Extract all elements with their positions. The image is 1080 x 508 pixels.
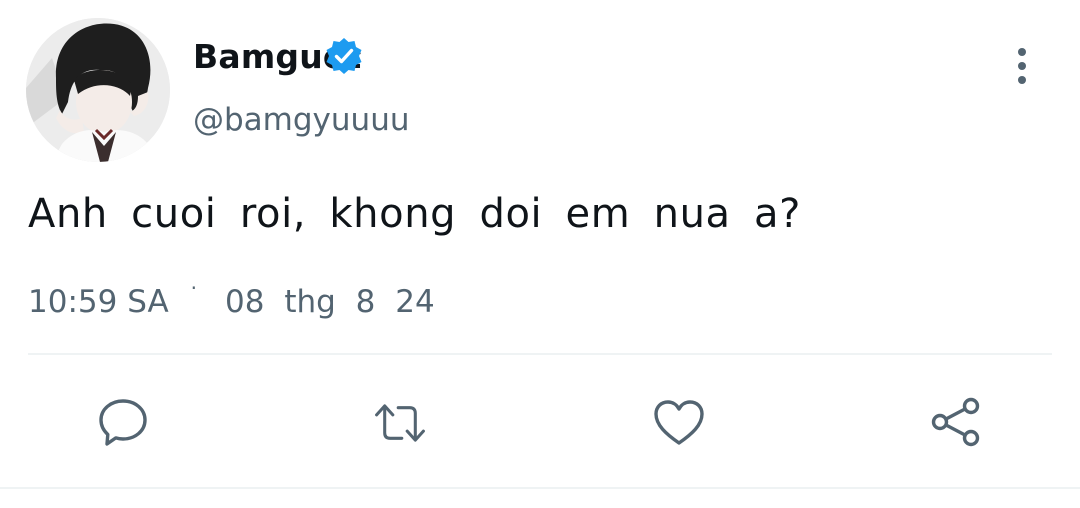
tweet-time[interactable]: 10:59 SA: [28, 282, 169, 322]
tweet-text: Anh cuoi roi, khong doi em nua a?: [28, 191, 801, 237]
retweet-button[interactable]: [373, 396, 427, 450]
avatar[interactable]: [26, 18, 170, 162]
more-options-icon: [1018, 48, 1026, 56]
author-handle[interactable]: @bamgyuuuu: [193, 100, 410, 140]
tweet-date[interactable]: 08 thg 8 24: [225, 282, 435, 322]
reply-icon: [99, 399, 147, 446]
tweet-meta: 10:59 SA · 08 thg 8 24: [28, 276, 435, 322]
share-icon: [931, 397, 980, 447]
divider: [28, 353, 1052, 355]
more-options-dot: [1018, 62, 1026, 70]
reply-button[interactable]: [96, 396, 150, 450]
more-options-button[interactable]: [1002, 44, 1042, 88]
verified-badge-icon: [326, 38, 362, 74]
retweet-icon: [375, 404, 425, 442]
divider: [0, 487, 1080, 489]
tweet-card: Bamguet @bamgyuuuu Anh cuoi roi, khong d…: [0, 0, 1080, 508]
like-icon: [654, 400, 704, 445]
share-button[interactable]: [929, 396, 983, 450]
like-button[interactable]: [652, 396, 706, 450]
avatar-image: [26, 18, 170, 162]
meta-separator: ·: [190, 276, 198, 300]
more-options-dot: [1018, 76, 1026, 84]
